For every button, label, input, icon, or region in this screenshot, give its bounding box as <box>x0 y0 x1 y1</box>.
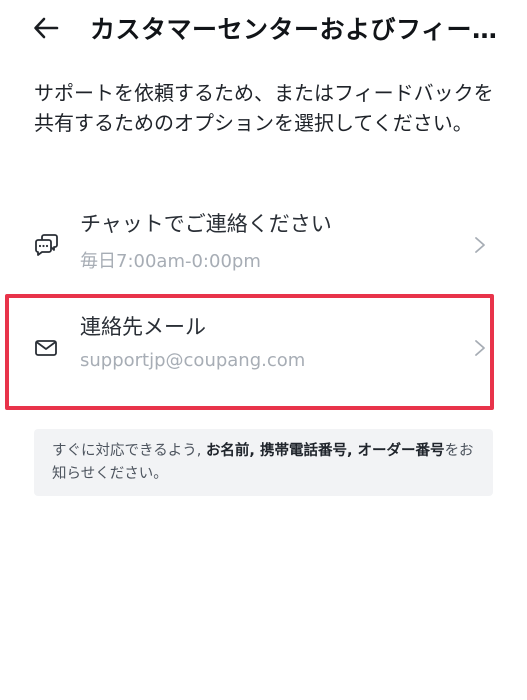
chevron-right-icon <box>475 340 485 356</box>
mail-icon <box>35 340 57 356</box>
header: カスタマーセンターおよびフィードバック <box>0 0 527 56</box>
email-address: supportjp@coupang.com <box>80 350 306 371</box>
chat-option-hours: 毎日7:00am-0:00pm <box>80 251 261 272</box>
email-option[interactable]: 連絡先メール supportjp@coupang.com <box>10 295 488 399</box>
notice-box: すぐに対応できるよう, お名前, 携帯電話番号, オーダー番号をお知らせください… <box>34 429 493 496</box>
page-title: カスタマーセンターおよびフィードバック <box>90 15 500 44</box>
back-button[interactable] <box>30 12 62 44</box>
notice-required-info: お名前, 携帯電話番号, オーダー番号 <box>205 443 445 459</box>
chat-option[interactable]: チャットでご連絡ください 毎日7:00am-0:00pm <box>10 192 488 296</box>
email-option-title: 連絡先メール <box>80 315 206 339</box>
chevron-right-icon <box>475 237 485 253</box>
chat-bubbles-icon <box>35 234 58 256</box>
back-arrow-icon <box>34 17 59 39</box>
intro-text: サポートを依頼するため、またはフィードバックを共有するためのオプションを選択して… <box>34 81 494 135</box>
chat-option-title: チャットでご連絡ください <box>80 212 332 236</box>
notice-prefix: すぐに対応できるよう, <box>52 443 206 459</box>
